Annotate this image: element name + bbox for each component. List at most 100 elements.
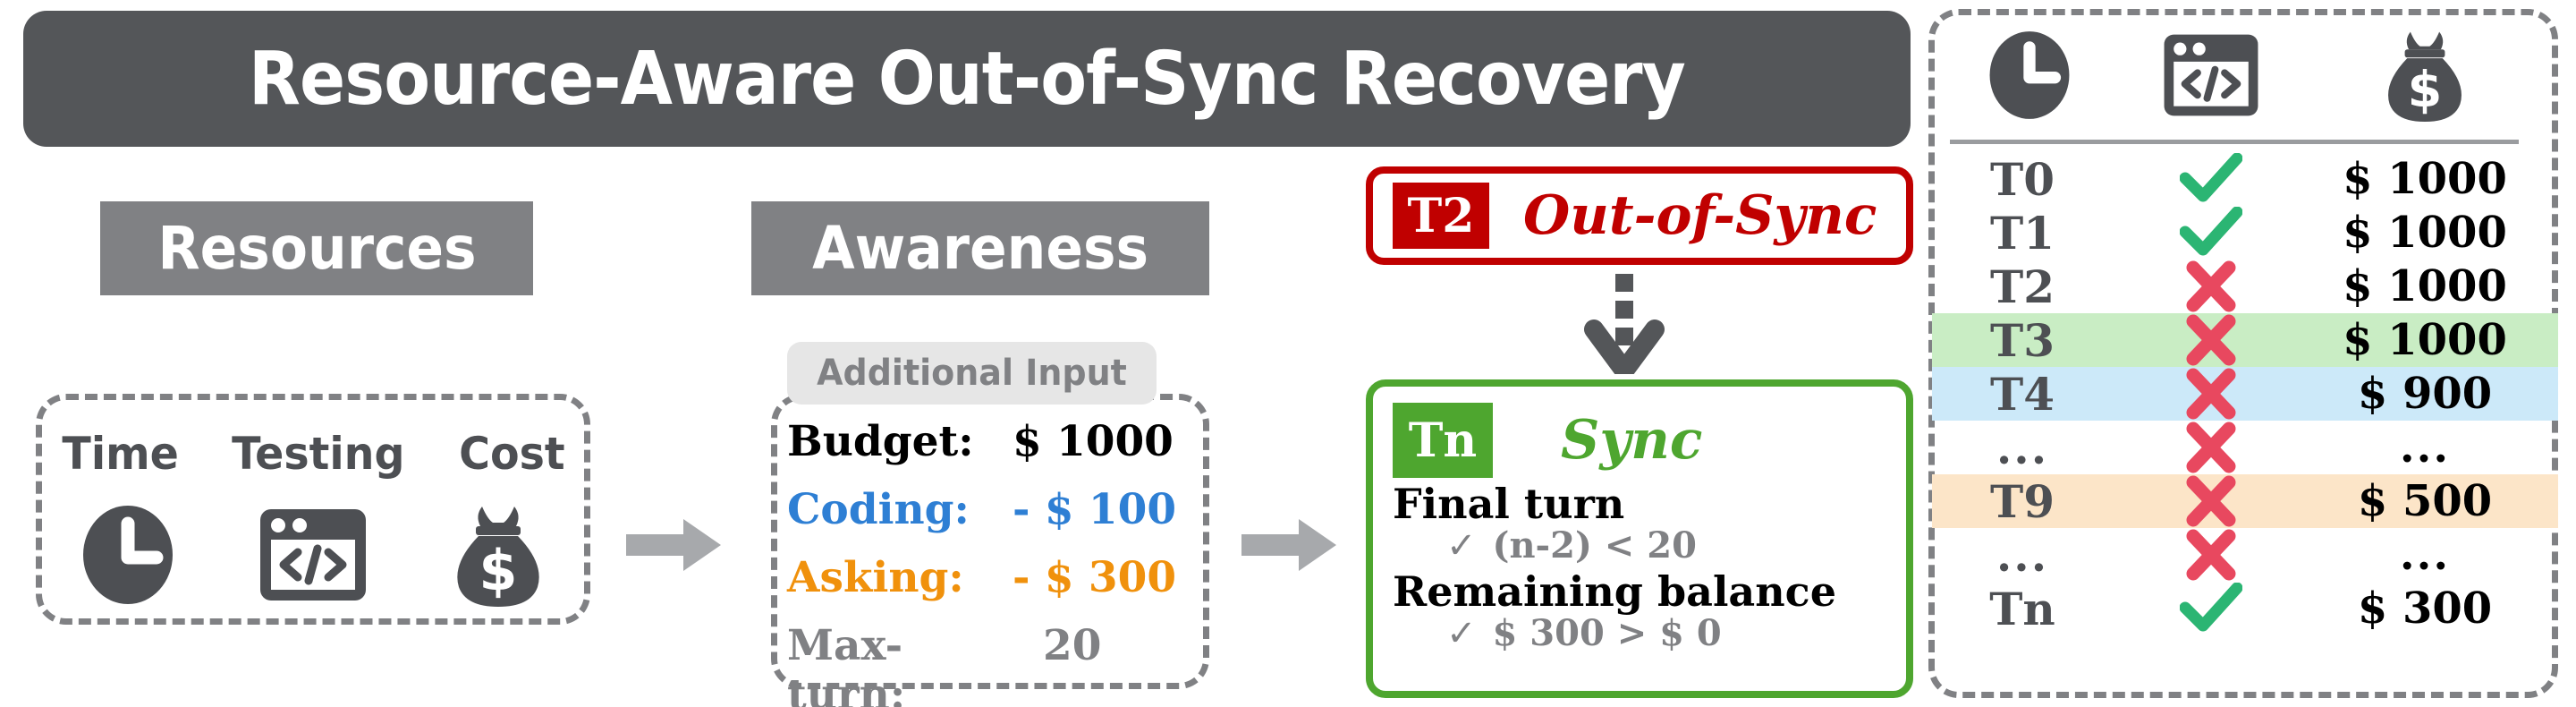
cross-mark-icon bbox=[2186, 422, 2236, 473]
cross-mark-icon bbox=[2186, 475, 2236, 527]
table-cell-turn: Tn bbox=[1989, 582, 2055, 635]
table-header-divider bbox=[1950, 140, 2519, 144]
out-of-sync-status-label: Out-of-Sync bbox=[1523, 184, 1877, 247]
sync-criterion-detail-text-1: (n-2) < 20 bbox=[1492, 524, 1697, 566]
awareness-key-asking: Asking: bbox=[787, 553, 964, 602]
additional-input-badge: Additional Input bbox=[787, 342, 1157, 405]
status-check bbox=[2113, 153, 2309, 205]
awareness-header-label: Awareness bbox=[812, 214, 1148, 283]
awareness-row-list: Budget: $ 1000 Coding: - $ 100 Asking: -… bbox=[787, 417, 1199, 707]
resource-label-testing: Testing bbox=[232, 428, 405, 480]
page-title: Resource-Aware Out-of-Sync Recovery bbox=[248, 36, 1686, 122]
resources-label-row: Time Testing Cost bbox=[36, 428, 590, 480]
status-check bbox=[2113, 207, 2309, 259]
table-cell-cost: $ 300 bbox=[2357, 583, 2493, 634]
resources-icon-row: $ bbox=[36, 501, 590, 609]
cross-mark-icon bbox=[2186, 368, 2236, 420]
table-row: T1 $ 1000 bbox=[1932, 206, 2558, 260]
status-cross bbox=[2113, 529, 2309, 581]
sync-header-row: Tn Sync bbox=[1393, 403, 1906, 478]
awareness-value-coding: - $ 100 bbox=[1013, 485, 1177, 534]
sync-status-label: Sync bbox=[1561, 409, 1703, 472]
awareness-row-budget: Budget: $ 1000 bbox=[787, 417, 1199, 485]
code-window-icon bbox=[2113, 31, 2309, 119]
status-cross bbox=[2113, 475, 2309, 527]
additional-input-label: Additional Input bbox=[817, 353, 1127, 394]
table-cell-turn: T3 bbox=[1990, 313, 2055, 367]
money-bag-icon: $ bbox=[2309, 25, 2540, 125]
table-cell-turn: T4 bbox=[1990, 367, 2055, 421]
code-window-icon bbox=[246, 506, 380, 604]
resources-section-header: Resources bbox=[100, 201, 533, 295]
awareness-section-header: Awareness bbox=[751, 201, 1209, 295]
table-row: T3 $ 1000 bbox=[1932, 313, 2558, 367]
out-of-sync-turn-badge: T2 bbox=[1393, 183, 1489, 249]
svg-text:$: $ bbox=[479, 538, 517, 603]
table-cell-turn: T9 bbox=[1990, 474, 2055, 528]
sync-turn-badge: Tn bbox=[1393, 403, 1493, 478]
sync-criterion-detail-text-2: $ 300 > $ 0 bbox=[1492, 611, 1722, 654]
title-banner: Resource-Aware Out-of-Sync Recovery bbox=[23, 11, 1911, 147]
sync-criterion-final-turn: Final turn ✓ (n-2) < 20 bbox=[1393, 480, 1906, 566]
table-row: T2 $ 1000 bbox=[1932, 260, 2558, 313]
table-cell-cost: $ 1000 bbox=[2343, 154, 2507, 204]
status-cross bbox=[2113, 422, 2309, 473]
cross-mark-icon bbox=[2186, 529, 2236, 581]
table-cell-turn: T1 bbox=[1990, 206, 2055, 260]
check-mark-icon: ✓ bbox=[1446, 524, 1477, 566]
turn-log-body: T0 $ 1000 T1 $ 1000 T2 $ 1000 T3 $ 1000 T4 $ 900.… bbox=[1932, 152, 2558, 635]
table-cell-cost: ... bbox=[2399, 422, 2451, 473]
table-cell-turn: ... bbox=[1996, 421, 2049, 474]
table-row: ...... bbox=[1932, 421, 2558, 474]
table-cell-turn: T2 bbox=[1990, 260, 2055, 313]
status-cross bbox=[2113, 314, 2309, 366]
sync-panel: Tn Sync Final turn ✓ (n-2) < 20 Remaining… bbox=[1366, 379, 1913, 698]
table-cell-cost: ... bbox=[2399, 530, 2451, 580]
sync-criterion-title-2: Remaining balance bbox=[1393, 567, 1836, 617]
table-cell-turn: ... bbox=[1996, 528, 2049, 582]
sync-criterion-title-1: Final turn bbox=[1393, 480, 1625, 528]
awareness-value-asking: - $ 300 bbox=[1013, 553, 1177, 602]
sync-criterion-remaining-balance: Remaining balance ✓ $ 300 > $ 0 bbox=[1393, 567, 1906, 653]
table-cell-cost: $ 1000 bbox=[2343, 208, 2507, 258]
svg-text:$: $ bbox=[2408, 61, 2443, 119]
table-cell-turn: T0 bbox=[1990, 152, 2055, 206]
status-check bbox=[2113, 583, 2309, 635]
table-row: ...... bbox=[1932, 528, 2558, 582]
awareness-value-maxturn: 20 bbox=[1043, 621, 1102, 670]
clock-icon bbox=[1946, 28, 2113, 123]
table-row: T0 $ 1000 bbox=[1932, 152, 2558, 206]
status-cross bbox=[2113, 368, 2309, 420]
table-row: T9 $ 500 bbox=[1932, 474, 2558, 528]
awareness-key-budget: Budget: bbox=[787, 417, 974, 466]
resource-label-time: Time bbox=[62, 428, 179, 480]
sync-criterion-detail-1: ✓ (n-2) < 20 bbox=[1393, 526, 1906, 566]
table-cell-cost: $ 500 bbox=[2357, 476, 2493, 526]
resources-header-label: Resources bbox=[157, 214, 477, 283]
sync-criterion-detail-2: ✓ $ 300 > $ 0 bbox=[1393, 614, 1906, 653]
money-bag-icon: $ bbox=[431, 499, 565, 610]
table-row: T4 $ 900 bbox=[1932, 367, 2558, 421]
check-mark-icon bbox=[2180, 153, 2242, 202]
check-mark-icon: ✓ bbox=[1446, 612, 1477, 654]
table-cell-cost: $ 1000 bbox=[2343, 315, 2507, 365]
awareness-key-coding: Coding: bbox=[787, 485, 970, 534]
awareness-row-coding: Coding: - $ 100 bbox=[787, 485, 1199, 553]
cross-mark-icon bbox=[2186, 260, 2236, 312]
dotted-down-arrow-icon bbox=[1581, 274, 1667, 380]
diagram-root: Resource-Aware Out-of-Sync Recovery Reso… bbox=[0, 0, 2576, 707]
turn-log-header-row: $ bbox=[1946, 25, 2540, 125]
right-arrow-icon bbox=[626, 517, 723, 576]
check-mark-icon bbox=[2180, 207, 2242, 256]
awareness-key-maxturn: Max-turn: bbox=[787, 621, 906, 707]
out-of-sync-panel: T2 Out-of-Sync bbox=[1366, 166, 1913, 265]
cross-mark-icon bbox=[2186, 314, 2236, 366]
resource-label-cost: Cost bbox=[458, 428, 565, 480]
status-cross bbox=[2113, 260, 2309, 312]
awareness-row-asking: Asking: - $ 300 bbox=[787, 553, 1199, 621]
table-cell-cost: $ 900 bbox=[2357, 369, 2493, 419]
awareness-value-budget: $ 1000 bbox=[1013, 417, 1174, 466]
check-mark-icon bbox=[2180, 583, 2242, 632]
awareness-row-maxturn: Max-turn: 20 bbox=[787, 621, 1199, 707]
table-row: Tn $ 300 bbox=[1932, 582, 2558, 635]
